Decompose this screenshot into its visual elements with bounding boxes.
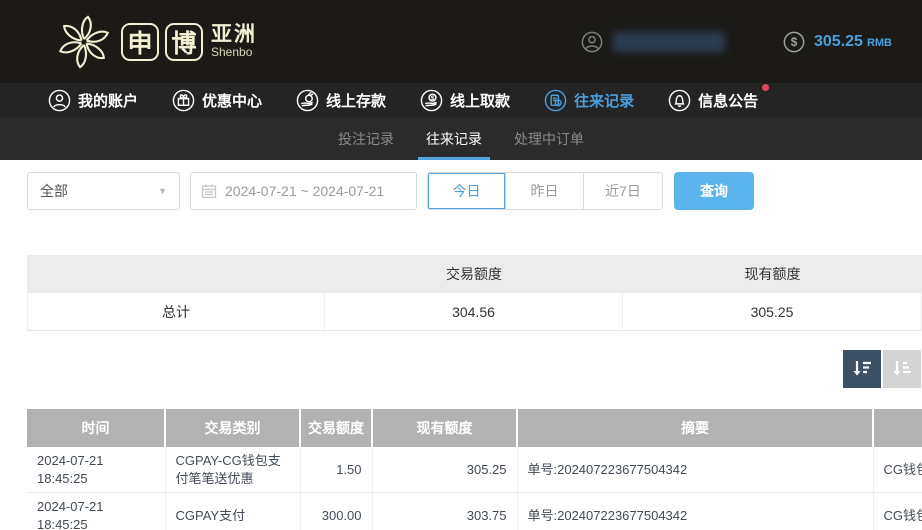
- sort-descending-icon: [853, 361, 871, 376]
- username-redacted[interactable]: [613, 31, 725, 52]
- logo-subtitle: Shenbo: [211, 45, 253, 60]
- nav-label: 信息公告: [698, 93, 759, 110]
- record-tabs: 投注记录 往来记录 处理中订单: [0, 118, 922, 160]
- date-range-input[interactable]: 2024-07-21 ~ 2024-07-21: [190, 172, 417, 210]
- records-table-container: 时间 交易类别 交易额度 现有额度 摘要 备注 2024-07-21 18:45…: [27, 409, 922, 530]
- user-avatar-icon[interactable]: [581, 31, 603, 53]
- cell-summary: 单号:202407223677504342: [517, 492, 874, 530]
- cell-balance: 305.25: [372, 447, 518, 494]
- header-type: 交易类别: [165, 409, 301, 447]
- svg-text:$: $: [431, 95, 435, 102]
- cell-time: 2024-07-21 18:45:25: [27, 447, 166, 494]
- nav-item-withdraw[interactable]: $ 线上取款: [420, 89, 510, 112]
- sort-toolbar: [0, 350, 921, 388]
- nav-item-promotions[interactable]: 优惠中心: [172, 89, 262, 112]
- tab-transaction-records[interactable]: 往来记录: [418, 118, 490, 160]
- cell-amount: 300.00: [300, 492, 373, 530]
- cell-time: 2024-07-21 18:45:25: [27, 492, 166, 530]
- dollar-coin-icon: $: [783, 31, 805, 52]
- balance-currency: RMB: [866, 36, 892, 49]
- nav-item-my-account[interactable]: 我的账户: [48, 89, 138, 112]
- gift-icon: [172, 89, 195, 112]
- nav-item-deposit[interactable]: 线上存款: [296, 89, 386, 112]
- header-balance: 现有额度: [372, 409, 518, 447]
- last-7-days-button[interactable]: 近7日: [584, 173, 662, 209]
- table-header-row: 时间 交易类别 交易额度 现有额度 摘要 备注: [27, 409, 922, 447]
- nav-item-transaction-records[interactable]: 往来记录: [544, 89, 634, 112]
- summary-table: 交易额度 现有额度 总计 304.56 305.25: [27, 255, 922, 331]
- flower-logo-icon: [58, 14, 110, 69]
- cell-balance: 303.75: [372, 492, 518, 530]
- nav-item-announcements[interactable]: 信息公告: [668, 84, 770, 112]
- withdraw-icon: $: [420, 89, 443, 112]
- cell-note: CG钱包: [873, 492, 922, 530]
- category-selected-value: 全部: [40, 183, 68, 199]
- balance-amount: 305.25: [814, 32, 863, 50]
- category-select[interactable]: 全部 ▼: [27, 172, 180, 210]
- nav-label: 往来记录: [574, 93, 635, 110]
- summary-total-label: 总计: [27, 293, 325, 331]
- header-summary: 摘要: [517, 409, 874, 447]
- header-note: 备注: [873, 409, 922, 447]
- logo-char-2: 博: [165, 22, 203, 61]
- sort-descending-button[interactable]: [843, 350, 881, 388]
- summary-header-balance: 现有额度: [623, 255, 922, 293]
- header-amount: 交易额度: [300, 409, 373, 447]
- cell-type: CGPAY-CG钱包支付笔笔送优惠: [165, 447, 301, 494]
- records-icon: [544, 89, 567, 112]
- nav-label: 线上存款: [326, 93, 387, 110]
- cell-amount: 1.50: [300, 447, 373, 494]
- logo-char-1: 申: [121, 22, 159, 61]
- chevron-down-icon: ▼: [158, 186, 167, 196]
- cell-type: CGPAY支付: [165, 492, 301, 530]
- query-button[interactable]: 查询: [674, 172, 754, 210]
- quick-range-group: 今日 昨日 近7日: [427, 172, 663, 210]
- cell-summary: 单号:202407223677504342: [517, 447, 874, 494]
- deposit-icon: [296, 89, 319, 112]
- sort-ascending-icon: [893, 361, 911, 376]
- bell-icon: [668, 89, 691, 112]
- today-button[interactable]: 今日: [428, 173, 506, 209]
- sort-ascending-button[interactable]: [883, 350, 921, 388]
- nav-label: 线上取款: [450, 93, 511, 110]
- summary-total-balance: 305.25: [623, 293, 922, 331]
- nav-label: 我的账户: [78, 93, 139, 110]
- top-bar: 申 博 亚洲 Shenbo $ 305.25 RMB: [0, 0, 922, 83]
- header-time: 时间: [27, 409, 166, 447]
- yesterday-button[interactable]: 昨日: [506, 173, 584, 209]
- summary-header-transaction: 交易额度: [325, 255, 623, 293]
- date-range-value: 2024-07-21 ~ 2024-07-21: [225, 183, 385, 199]
- svg-text:$: $: [791, 35, 798, 49]
- filter-bar: 全部 ▼ 2024-07-21 ~ 2024-07-21 今日 昨日 近7日 查…: [27, 172, 922, 210]
- logo-region-text: 亚洲: [211, 23, 257, 47]
- summary-header-empty: [27, 255, 325, 293]
- nav-label: 优惠中心: [202, 93, 263, 110]
- user-icon: [48, 89, 71, 112]
- summary-total-transaction: 304.56: [325, 293, 623, 331]
- tab-betting-records[interactable]: 投注记录: [336, 118, 396, 160]
- account-balance: 305.25 RMB: [814, 33, 892, 51]
- table-row: 2024-07-21 18:45:25 CGPAY-CG钱包支付笔笔送优惠 1.…: [27, 447, 922, 494]
- table-row: 2024-07-21 18:45:25 CGPAY支付 300.00 303.7…: [27, 492, 922, 530]
- records-table: 时间 交易类别 交易额度 现有额度 摘要 备注 2024-07-21 18:45…: [27, 409, 922, 530]
- cell-note: CG钱包: [873, 447, 922, 494]
- site-logo[interactable]: 申 博 亚洲 Shenbo: [55, 13, 257, 71]
- main-nav: 我的账户 优惠中心 线上存款 $ 线上取款 往来记录 信息公告: [0, 83, 922, 118]
- tab-processing-orders[interactable]: 处理中订单: [512, 118, 586, 160]
- calendar-icon: [201, 184, 217, 199]
- notification-badge: [762, 84, 770, 91]
